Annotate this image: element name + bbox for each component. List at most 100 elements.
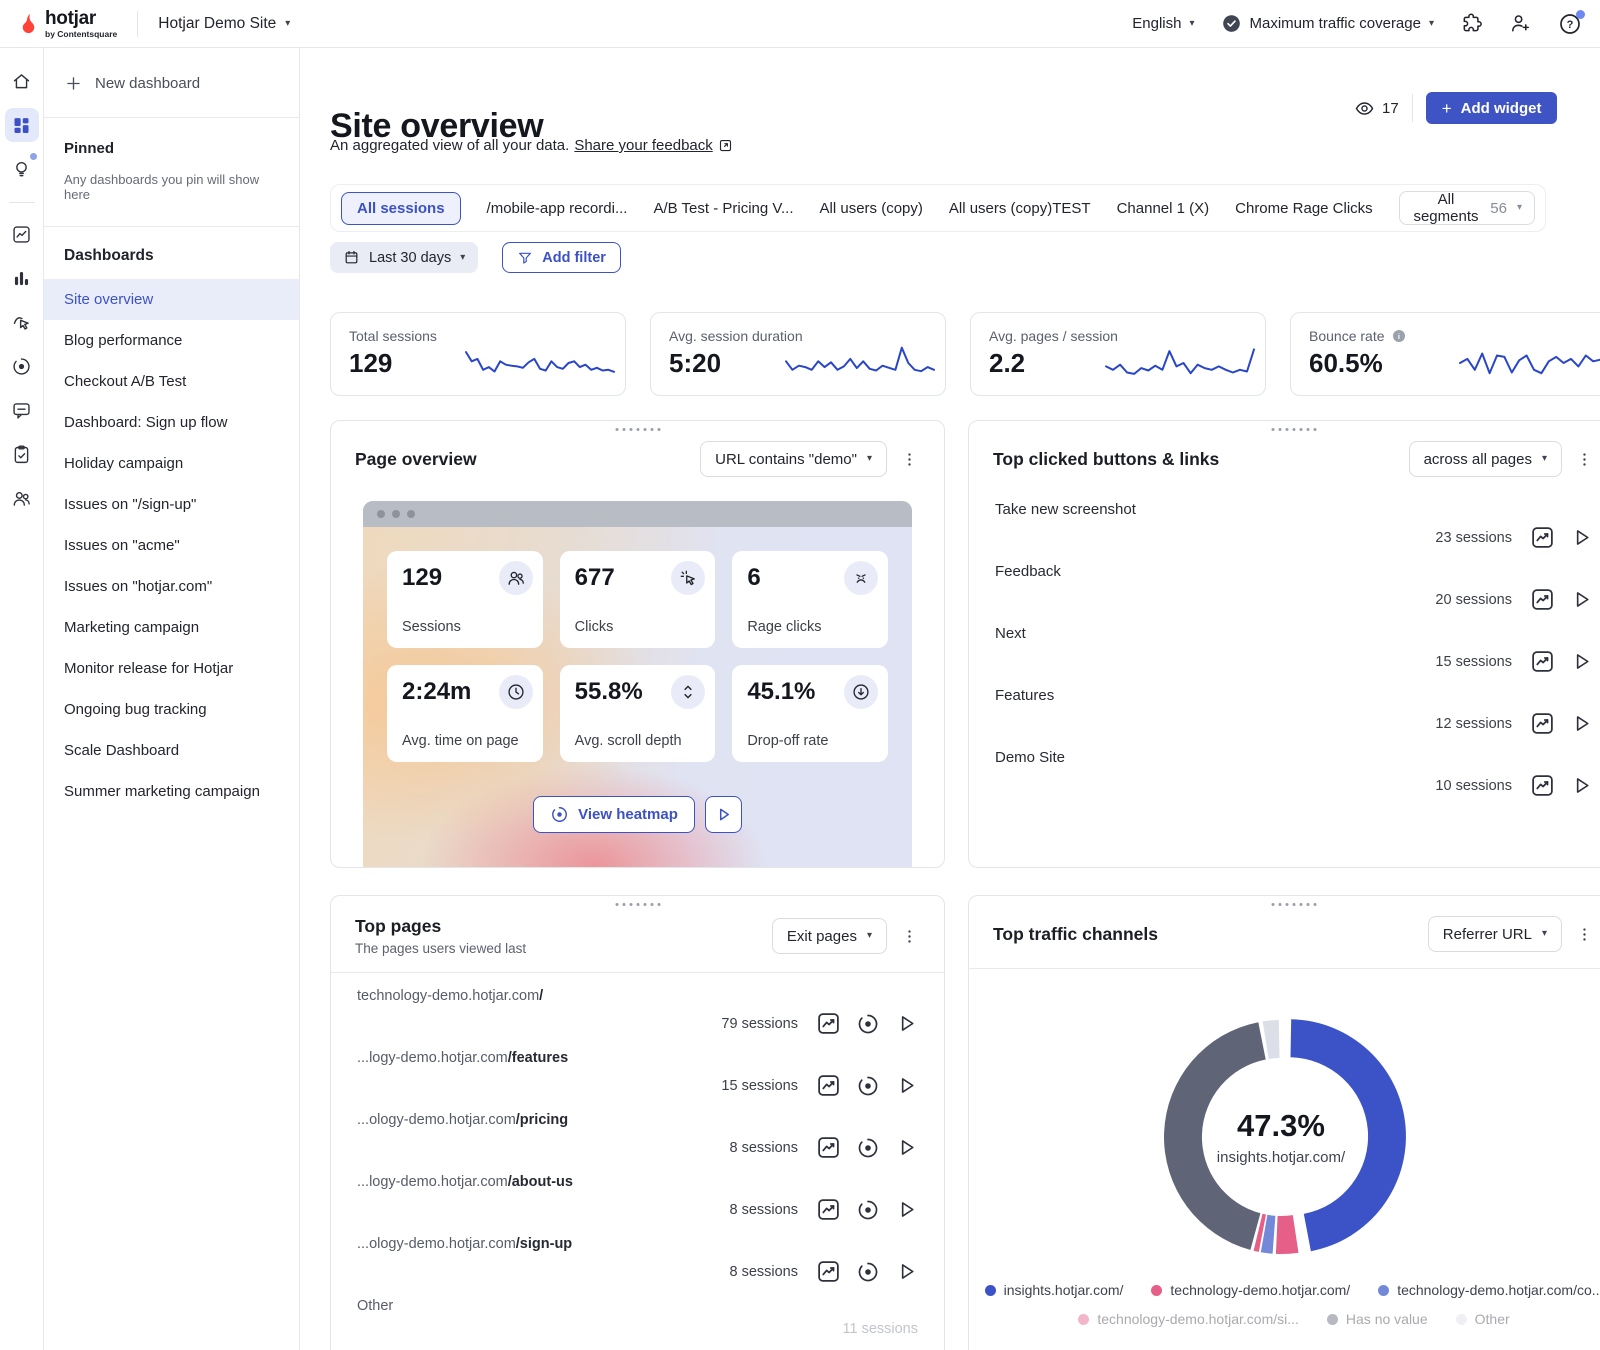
trend-icon[interactable] xyxy=(1530,773,1555,798)
help-button[interactable]: ? xyxy=(1558,12,1582,36)
play-icon[interactable] xyxy=(895,1074,918,1097)
legend-item-other[interactable]: Other xyxy=(1456,1311,1510,1327)
integrations-button[interactable] xyxy=(1460,12,1483,35)
sidebar-item-marketing-campaign[interactable]: Marketing campaign xyxy=(44,607,299,648)
clicked-item-take-new-screenshot: Take new screenshot23 sessions xyxy=(995,501,1593,563)
legend-item-insights-hotjar-com[interactable]: insights.hotjar.com/ xyxy=(985,1282,1124,1298)
play-icon[interactable] xyxy=(1570,712,1593,735)
trend-icon[interactable] xyxy=(816,1135,841,1160)
heatmaps-icon[interactable] xyxy=(5,349,39,383)
trend-icon[interactable] xyxy=(1530,587,1555,612)
play-icon[interactable] xyxy=(895,1012,918,1035)
exit-pages-dropdown[interactable]: Exit pages▾ xyxy=(772,918,887,954)
trend-icon[interactable] xyxy=(816,1011,841,1036)
trend-icon[interactable] xyxy=(1530,649,1555,674)
drag-handle[interactable] xyxy=(615,428,660,431)
tab-mobile-app-recordi[interactable]: /mobile-app recordi... xyxy=(487,200,628,217)
tab-all-users-copy[interactable]: All users (copy) xyxy=(820,200,923,217)
funnels-icon[interactable] xyxy=(5,261,39,295)
page-item-ology-demo-hotjar-com-pricing: ...ology-demo.hotjar.com/pricing8 sessio… xyxy=(357,1111,918,1173)
sidebar-item-issues-on-hotjar-com[interactable]: Issues on "hotjar.com" xyxy=(44,566,299,607)
info-icon[interactable]: i xyxy=(1391,328,1407,344)
sidebar-item-issues-on-sign-up[interactable]: Issues on "/sign-up" xyxy=(44,484,299,525)
sidebar-item-issues-on-acme[interactable]: Issues on "acme" xyxy=(44,525,299,566)
tab-all-users-copy-test[interactable]: All users (copy)TEST xyxy=(949,200,1091,217)
sidebar-item-checkout-a-b-test[interactable]: Checkout A/B Test xyxy=(44,361,299,402)
site-selector[interactable]: Hotjar Demo Site▾ xyxy=(158,15,290,33)
home-icon[interactable] xyxy=(5,64,39,98)
legend-item-technology-demo-hotjar-com-si[interactable]: technology-demo.hotjar.com/si... xyxy=(1078,1311,1299,1327)
view-heatmap-button[interactable]: View heatmap xyxy=(533,796,695,833)
brand-subtitle: by Contentsquare xyxy=(45,30,117,39)
legend-item-technology-demo-hotjar-com[interactable]: technology-demo.hotjar.com/ xyxy=(1151,1282,1350,1298)
add-widget-button[interactable]: + Add widget xyxy=(1426,92,1558,124)
heatmap-icon[interactable] xyxy=(856,1198,880,1222)
page-filter-dropdown[interactable]: URL contains "demo"▾ xyxy=(700,441,887,477)
heatmap-icon[interactable] xyxy=(856,1260,880,1284)
sessions-count: 11 sessions xyxy=(843,1321,919,1337)
donut-segment-insights-hotjar-com[interactable] xyxy=(1291,1019,1406,1251)
play-icon[interactable] xyxy=(1570,588,1593,611)
pages-scope-dropdown[interactable]: across all pages▾ xyxy=(1409,441,1562,477)
trends-icon[interactable] xyxy=(5,217,39,251)
highlights-icon[interactable] xyxy=(5,152,39,186)
traffic-donut-chart[interactable]: 47.3% insights.hotjar.com/ xyxy=(1136,992,1426,1282)
donut-segment-technology-demo-hotjar-com[interactable] xyxy=(1276,1215,1299,1254)
all-segments-dropdown[interactable]: All segments 56 ▾ xyxy=(1399,191,1535,225)
widget-menu-button[interactable] xyxy=(899,449,920,470)
legend-item-has-no-value[interactable]: Has no value xyxy=(1327,1311,1428,1327)
legend-item-technology-demo-hotjar-com-co[interactable]: technology-demo.hotjar.com/co... xyxy=(1378,1282,1600,1298)
tab-chrome-rage-clicks[interactable]: Chrome Rage Clicks xyxy=(1235,200,1373,217)
sidebar-item-ongoing-bug-tracking[interactable]: Ongoing bug tracking xyxy=(44,689,299,730)
page-item-logy-demo-hotjar-com-about-us: ...logy-demo.hotjar.com/about-us8 sessio… xyxy=(357,1173,918,1235)
trend-icon[interactable] xyxy=(1530,525,1555,550)
widget-menu-button[interactable] xyxy=(899,926,920,947)
invite-user-button[interactable] xyxy=(1509,12,1532,35)
sidebar-item-scale-dashboard[interactable]: Scale Dashboard xyxy=(44,730,299,771)
play-icon[interactable] xyxy=(1570,774,1593,797)
recordings-icon[interactable] xyxy=(5,305,39,339)
tab-a-b-test-pricing-v[interactable]: A/B Test - Pricing V... xyxy=(653,200,793,217)
play-recording-button[interactable] xyxy=(705,796,742,833)
play-icon[interactable] xyxy=(895,1198,918,1221)
play-icon[interactable] xyxy=(1570,526,1593,549)
date-range-dropdown[interactable]: Last 30 days ▾ xyxy=(330,242,478,273)
share-feedback-link[interactable]: Share your feedback xyxy=(574,137,732,154)
drag-handle[interactable] xyxy=(1272,903,1317,906)
interviews-icon[interactable] xyxy=(5,481,39,515)
sidebar-item-monitor-release-for-hotjar[interactable]: Monitor release for Hotjar xyxy=(44,648,299,689)
donut-segment-has-no-value[interactable] xyxy=(1164,1022,1266,1250)
donut-segment-other[interactable] xyxy=(1263,1020,1280,1059)
sidebar-item-blog-performance[interactable]: Blog performance xyxy=(44,320,299,361)
heatmap-icon[interactable] xyxy=(856,1012,880,1036)
sidebar-item-holiday-campaign[interactable]: Holiday campaign xyxy=(44,443,299,484)
tab-channel-1-x[interactable]: Channel 1 (X) xyxy=(1117,200,1210,217)
dropoff-icon xyxy=(844,675,878,709)
surveys-icon[interactable] xyxy=(5,437,39,471)
widget-menu-button[interactable] xyxy=(1574,449,1595,470)
add-filter-button[interactable]: Add filter xyxy=(502,242,621,273)
heatmap-icon[interactable] xyxy=(856,1136,880,1160)
dashboards-icon[interactable] xyxy=(5,108,39,142)
language-selector[interactable]: English▾ xyxy=(1132,15,1194,32)
drag-handle[interactable] xyxy=(1272,428,1317,431)
traffic-coverage-selector[interactable]: Maximum traffic coverage▾ xyxy=(1221,13,1434,34)
sidebar-item-dashboard-sign-up-flow[interactable]: Dashboard: Sign up flow xyxy=(44,402,299,443)
feedback-icon[interactable] xyxy=(5,393,39,427)
sidebar-item-summer-marketing-campaign[interactable]: Summer marketing campaign xyxy=(44,771,299,812)
trend-icon[interactable] xyxy=(816,1073,841,1098)
referrer-dropdown[interactable]: Referrer URL▾ xyxy=(1428,916,1562,952)
widget-menu-button[interactable] xyxy=(1574,924,1595,945)
play-icon[interactable] xyxy=(895,1260,918,1283)
trend-icon[interactable] xyxy=(816,1259,841,1284)
drag-handle[interactable] xyxy=(615,903,660,906)
trend-icon[interactable] xyxy=(816,1197,841,1222)
heatmap-icon[interactable] xyxy=(856,1074,880,1098)
trend-icon[interactable] xyxy=(1530,711,1555,736)
hotjar-logo[interactable]: hotjar by Contentsquare xyxy=(18,9,117,39)
play-icon[interactable] xyxy=(895,1136,918,1159)
new-dashboard-button[interactable]: New dashboard xyxy=(44,48,299,118)
tab-all-sessions[interactable]: All sessions xyxy=(341,192,461,225)
play-icon[interactable] xyxy=(1570,650,1593,673)
sidebar-item-site-overview[interactable]: Site overview xyxy=(44,279,299,320)
